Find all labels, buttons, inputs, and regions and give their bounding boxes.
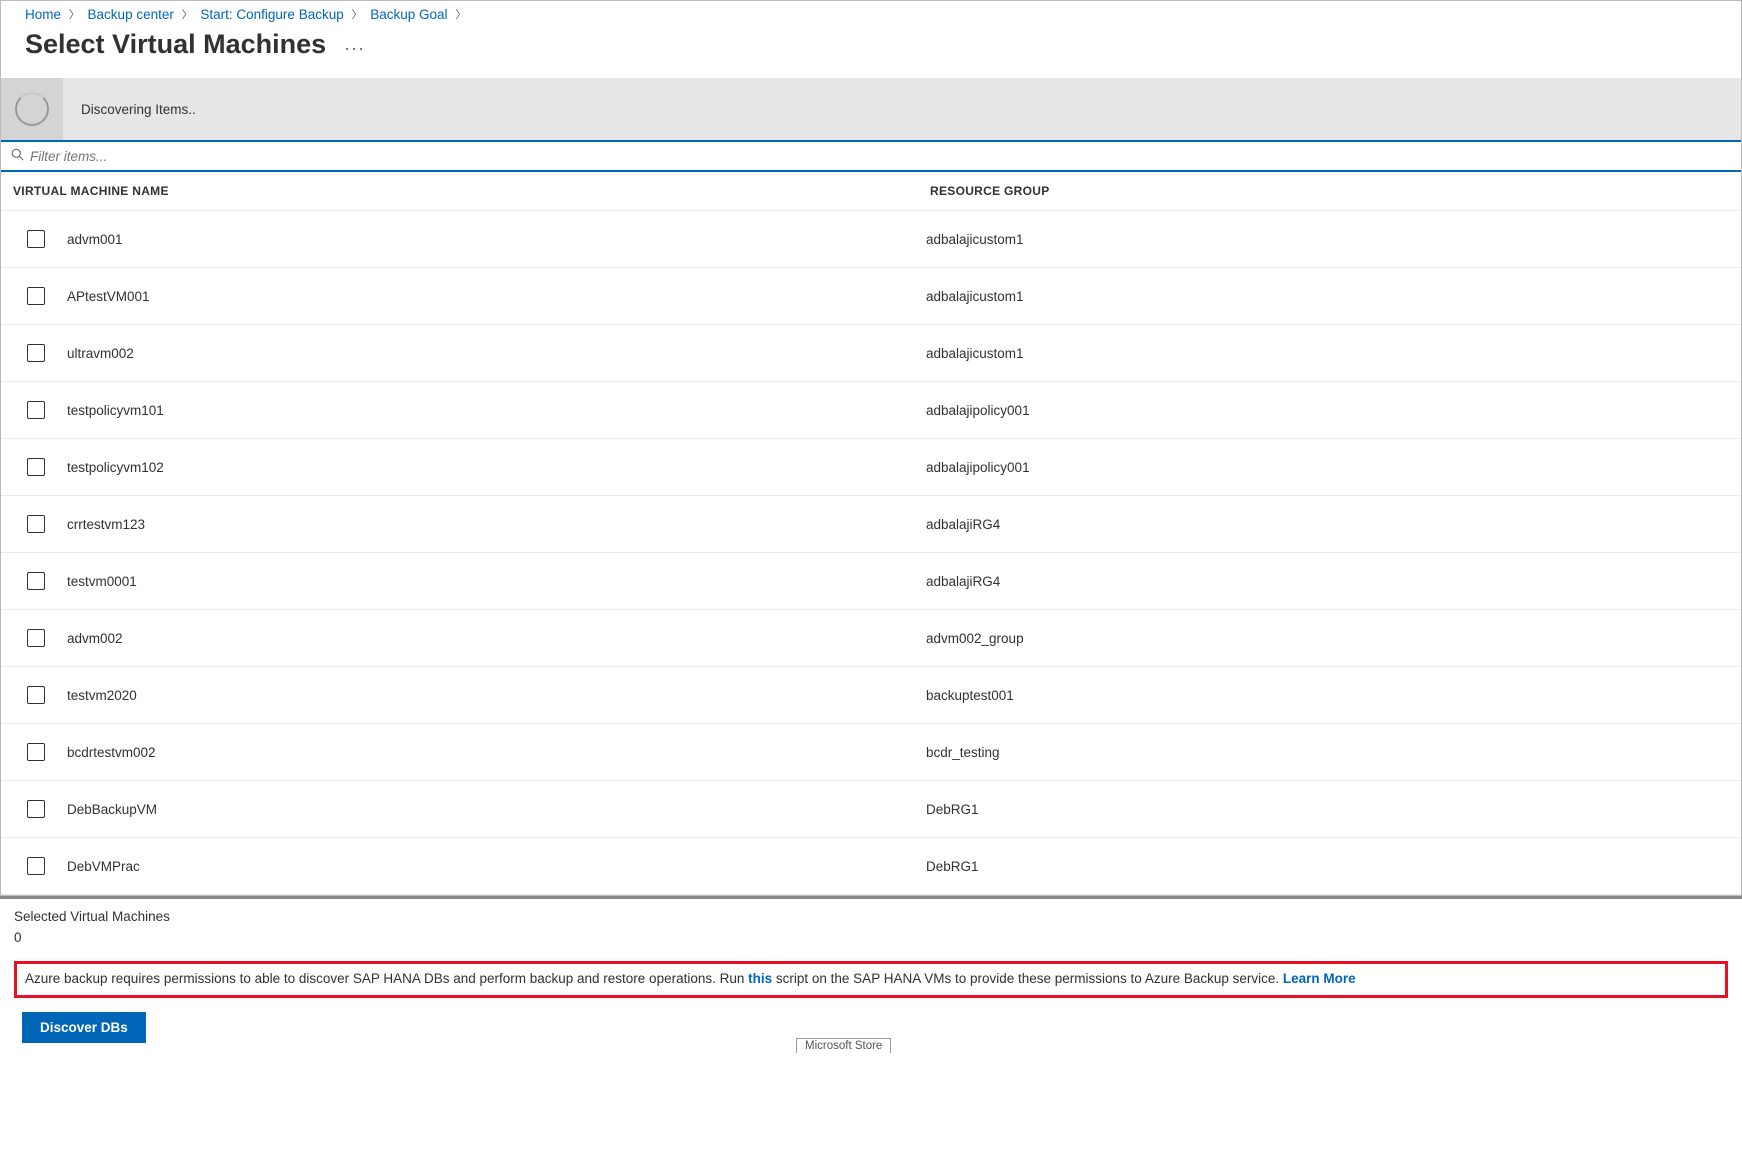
resource-group-cell: adbalajipolicy001	[926, 403, 1729, 418]
breadcrumb: Home 〉 Backup center 〉 Start: Configure …	[1, 1, 1741, 27]
learn-more-link[interactable]: Learn More	[1283, 971, 1356, 986]
breadcrumb-configure-backup[interactable]: Start: Configure Backup	[200, 7, 343, 22]
table-row: APtestVM001adbalajicustom1	[1, 268, 1741, 325]
filter-row	[1, 140, 1741, 172]
chevron-right-icon: 〉	[455, 6, 466, 22]
vm-name-cell: crrtestvm123	[67, 517, 926, 532]
row-checkbox[interactable]	[27, 629, 45, 647]
microsoft-store-popup[interactable]: Microsoft Store	[796, 1038, 891, 1053]
vm-name-cell: testpolicyvm102	[67, 460, 926, 475]
discover-dbs-button[interactable]: Discover DBs	[22, 1012, 146, 1043]
more-actions-button[interactable]: ···	[344, 38, 365, 59]
status-text: Discovering Items..	[81, 102, 196, 117]
table-header: VIRTUAL MACHINE NAME RESOURCE GROUP	[1, 172, 1741, 211]
resource-group-cell: advm002_group	[926, 631, 1729, 646]
table-row: bcdrtestvm002bcdr_testing	[1, 724, 1741, 781]
row-checkbox[interactable]	[27, 230, 45, 248]
resource-group-cell: adbalajiRG4	[926, 574, 1729, 589]
this-script-link[interactable]: this	[748, 971, 772, 986]
chevron-right-icon: 〉	[182, 6, 193, 22]
row-checkbox[interactable]	[27, 515, 45, 533]
selected-vms-count: 0	[14, 930, 1728, 945]
row-checkbox[interactable]	[27, 743, 45, 761]
resource-group-cell: adbalajipolicy001	[926, 460, 1729, 475]
vm-name-cell: ultravm002	[67, 346, 926, 361]
resource-group-cell: adbalajicustom1	[926, 346, 1729, 361]
callout-text-mid: script on the SAP HANA VMs to provide th…	[772, 971, 1283, 986]
vm-name-cell: APtestVM001	[67, 289, 926, 304]
page-title: Select Virtual Machines	[25, 29, 326, 60]
row-checkbox[interactable]	[27, 800, 45, 818]
column-header-vm-name[interactable]: VIRTUAL MACHINE NAME	[13, 184, 930, 198]
row-checkbox[interactable]	[27, 287, 45, 305]
row-checkbox[interactable]	[27, 344, 45, 362]
table-row: testpolicyvm101adbalajipolicy001	[1, 382, 1741, 439]
table-row: testpolicyvm102adbalajipolicy001	[1, 439, 1741, 496]
breadcrumb-backup-goal[interactable]: Backup Goal	[370, 7, 447, 22]
table-row: DebVMPracDebRG1	[1, 838, 1741, 895]
row-checkbox[interactable]	[27, 686, 45, 704]
row-checkbox[interactable]	[27, 401, 45, 419]
loading-spinner-icon	[15, 92, 49, 126]
row-checkbox[interactable]	[27, 572, 45, 590]
resource-group-cell: adbalajicustom1	[926, 289, 1729, 304]
resource-group-cell: DebRG1	[926, 859, 1729, 874]
row-checkbox[interactable]	[27, 857, 45, 875]
status-bar: Discovering Items..	[1, 78, 1741, 140]
resource-group-cell: adbalajicustom1	[926, 232, 1729, 247]
table-row: testvm0001adbalajiRG4	[1, 553, 1741, 610]
spinner-container	[1, 78, 63, 140]
selected-vms-label: Selected Virtual Machines	[14, 909, 1728, 924]
table-row: advm002advm002_group	[1, 610, 1741, 667]
vm-name-cell: testpolicyvm101	[67, 403, 926, 418]
table-row: ultravm002adbalajicustom1	[1, 325, 1741, 382]
vm-name-cell: DebVMPrac	[67, 859, 926, 874]
vm-name-cell: testvm0001	[67, 574, 926, 589]
search-icon	[11, 148, 24, 164]
resource-group-cell: backuptest001	[926, 688, 1729, 703]
breadcrumb-backup-center[interactable]: Backup center	[88, 7, 174, 22]
filter-input[interactable]	[30, 149, 1731, 164]
permissions-callout: Azure backup requires permissions to abl…	[14, 961, 1728, 998]
row-checkbox[interactable]	[27, 458, 45, 476]
callout-text-pre: Azure backup requires permissions to abl…	[25, 971, 748, 986]
vm-name-cell: advm002	[67, 631, 926, 646]
vm-name-cell: DebBackupVM	[67, 802, 926, 817]
resource-group-cell: DebRG1	[926, 802, 1729, 817]
table-row: advm001adbalajicustom1	[1, 211, 1741, 268]
table-row: crrtestvm123adbalajiRG4	[1, 496, 1741, 553]
chevron-right-icon: 〉	[351, 6, 362, 22]
breadcrumb-home[interactable]: Home	[25, 7, 61, 22]
resource-group-cell: adbalajiRG4	[926, 517, 1729, 532]
table-row: DebBackupVMDebRG1	[1, 781, 1741, 838]
table-row: testvm2020backuptest001	[1, 667, 1741, 724]
vm-name-cell: advm001	[67, 232, 926, 247]
vm-name-cell: testvm2020	[67, 688, 926, 703]
vm-name-cell: bcdrtestvm002	[67, 745, 926, 760]
column-header-resource-group[interactable]: RESOURCE GROUP	[930, 184, 1729, 198]
chevron-right-icon: 〉	[69, 6, 80, 22]
resource-group-cell: bcdr_testing	[926, 745, 1729, 760]
